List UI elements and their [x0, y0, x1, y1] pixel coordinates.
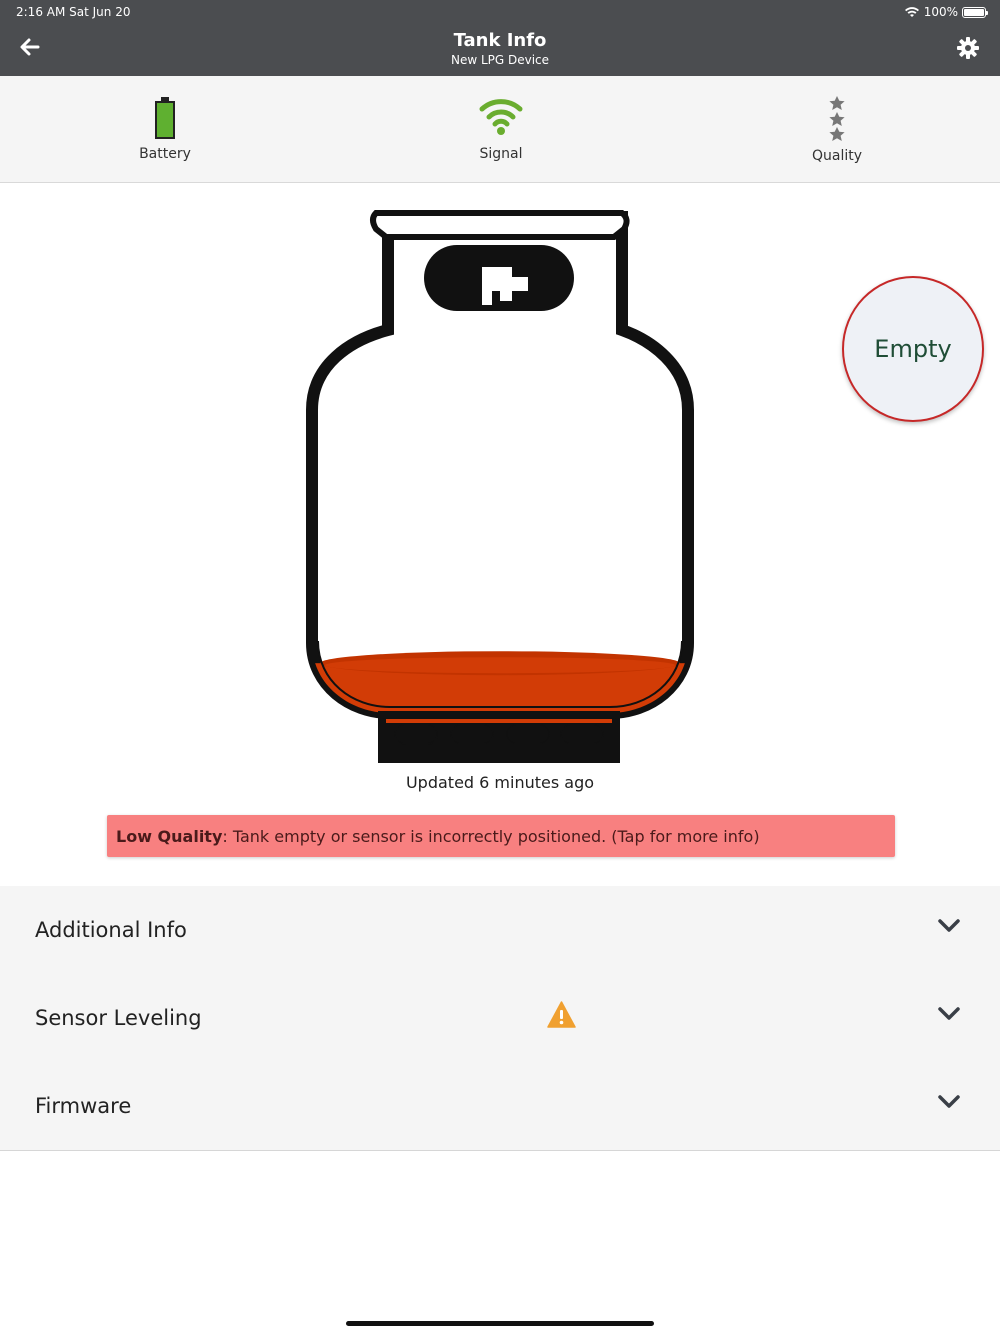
status-time: 2:16 AM Sat Jun 20 — [16, 5, 131, 19]
battery-label: Battery — [139, 146, 191, 162]
alert-message: : Tank empty or sensor is incorrectly po… — [222, 826, 760, 846]
section-sensor-leveling[interactable]: Sensor Leveling — [0, 974, 1000, 1063]
battery-percent: 100% — [923, 5, 958, 19]
gear-icon[interactable] — [956, 36, 980, 60]
low-quality-alert[interactable]: Low Quality: Tank empty or sensor is inc… — [107, 815, 895, 857]
signal-label: Signal — [479, 146, 523, 162]
updated-text: Updated 6 minutes ago — [405, 773, 595, 792]
alert-title: Low Quality — [116, 826, 223, 846]
chevron-down-icon — [938, 1007, 960, 1020]
title-block: Tank Info New LPG Device — [0, 30, 1000, 67]
wifi-signal-icon — [479, 99, 523, 135]
quality-metric: Quality — [777, 96, 897, 164]
signal-metric: Signal — [441, 96, 561, 162]
page-title: Tank Info — [453, 30, 547, 51]
section-label: Sensor Leveling — [35, 1006, 202, 1030]
chevron-down-icon — [938, 919, 960, 932]
section-firmware[interactable]: Firmware — [0, 1062, 1000, 1151]
section-label: Additional Info — [35, 918, 187, 942]
tank-status-bubble[interactable]: Empty — [842, 276, 984, 422]
stars-icon — [829, 96, 845, 141]
battery-icon — [962, 6, 988, 18]
battery-icon — [155, 97, 175, 139]
section-label: Firmware — [35, 1094, 132, 1118]
top-bar: 2:16 AM Sat Jun 20 100% Tank Info New LP… — [0, 0, 1000, 76]
battery-metric: Battery — [105, 96, 225, 162]
status-right: 100% — [904, 5, 988, 19]
home-indicator — [346, 1321, 654, 1326]
wifi-icon — [904, 7, 919, 17]
page-subtitle: New LPG Device — [450, 53, 550, 67]
quality-label: Quality — [811, 148, 863, 164]
warning-icon — [547, 1001, 576, 1028]
metrics-bar: Battery Signal Quality — [0, 76, 1000, 183]
section-additional-info[interactable]: Additional Info — [0, 886, 1000, 975]
chevron-down-icon — [938, 1095, 960, 1108]
tank-illustration — [306, 210, 694, 763]
